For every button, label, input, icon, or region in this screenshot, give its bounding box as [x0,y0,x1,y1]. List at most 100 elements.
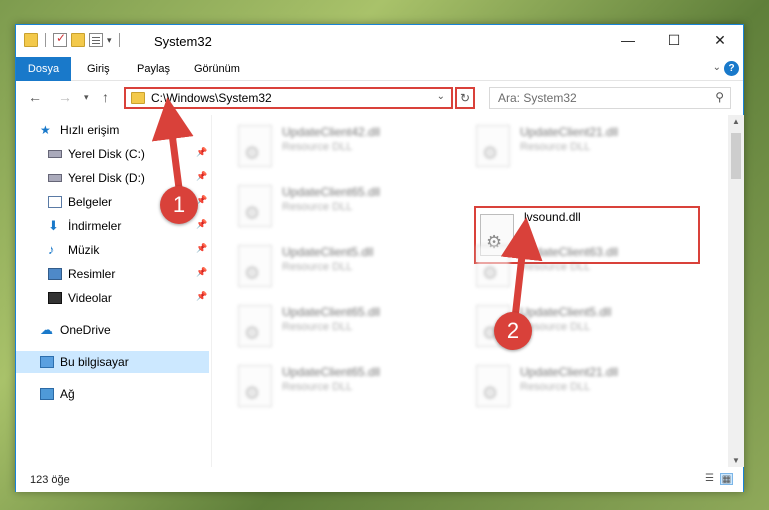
file-type: Resource DLL [282,381,353,393]
computer-icon [40,356,54,368]
file-type: Resource DLL [520,141,591,153]
sidebar-item-onedrive[interactable]: ☁ OneDrive [16,319,209,341]
pin-icon[interactable]: 📌 [196,147,207,158]
scroll-up-icon[interactable]: ▲ [732,117,740,126]
file-type: Resource DLL [520,381,591,393]
pin-icon[interactable]: 📌 [196,243,207,254]
new-folder-icon[interactable] [71,33,85,47]
sidebar-item-local-disk-c[interactable]: Yerel Disk (C:) 📌 [16,143,209,165]
view-switcher: ☰ ▦ [703,473,733,485]
file-name: UpdateClient21.dll [520,125,619,139]
navigation-bar: ← → ▾ ↑ C:\Windows\System32 ⌄ ↻ Ara: Sys… [16,82,743,114]
gear-icon: ⚙ [482,263,499,283]
file-name: lvsound.dll [524,210,581,224]
help-icon[interactable]: ? [724,61,739,76]
search-icon[interactable]: ⚲ [715,90,724,104]
file-tile[interactable]: ⚙ UpdateClient65.dll Resource DLL [216,297,436,347]
maximize-button[interactable]: ☐ [651,25,697,55]
tab-file[interactable]: Dosya [16,57,71,81]
address-bar[interactable]: C:\Windows\System32 ⌄ [124,87,453,109]
sidebar-item-label: Resimler [68,267,116,281]
file-tile[interactable]: ⚙ UpdateClient65.dll Resource DLL [216,177,436,227]
sidebar-item-this-pc[interactable]: Bu bilgisayar [16,351,209,373]
tab-home[interactable]: Giriş [87,57,110,81]
file-tile[interactable]: ⚙ UpdateClient21.dll Resource DLL [454,357,674,407]
large-icons-view-icon[interactable]: ▦ [720,473,733,485]
dll-file-icon: ⚙ [238,125,272,167]
dll-file-icon: ⚙ [476,125,510,167]
properties-icon[interactable] [89,33,103,47]
download-icon: ⬇ [48,218,59,233]
documents-icon [48,196,62,208]
up-arrow-icon[interactable]: ↑ [102,89,109,105]
pin-icon[interactable]: 📌 [196,267,207,278]
sidebar-item-music[interactable]: ♪ Müzik 📌 [16,239,209,261]
chevron-down-icon[interactable]: ⌄ [713,62,721,73]
address-path: C:\Windows\System32 [151,91,272,105]
file-tile[interactable]: ⚙ UpdateClient5.dll Resource DLL [216,237,436,287]
gear-icon: ⚙ [244,203,261,223]
file-type: Resource DLL [282,261,353,273]
vertical-scrollbar[interactable]: ▲ ▼ [728,115,744,467]
window-controls: — ☐ ✕ [605,25,743,55]
dll-file-icon: ⚙ [238,365,272,407]
recent-locations-icon[interactable]: ▾ [84,92,89,103]
checkmark-icon[interactable] [53,31,67,47]
status-bar: 123 öğe ☰ ▦ [16,468,743,492]
sidebar-item-quick-access[interactable]: ★ Hızlı erişim [40,119,209,141]
file-type: Resource DLL [282,201,353,213]
music-icon: ♪ [48,242,55,257]
sidebar-item-videos[interactable]: Videolar 📌 [16,287,209,309]
scroll-down-icon[interactable]: ▼ [732,456,740,465]
star-icon: ★ [40,123,51,137]
pin-icon[interactable]: 📌 [196,171,207,182]
toolbar-divider [45,33,46,47]
minimize-button[interactable]: — [605,25,651,55]
dll-file-icon: ⚙ [476,245,510,287]
file-name: UpdateClient65.dll [282,305,381,319]
pin-icon[interactable]: 📌 [196,291,207,302]
sidebar-item-label: Müzik [68,243,100,257]
file-type: Resource DLL [282,141,353,153]
tab-view[interactable]: Görünüm [194,57,240,81]
file-tile[interactable]: ⚙ UpdateClient65.dll Resource DLL [216,357,436,407]
sidebar-item-network[interactable]: Ağ [16,383,209,405]
refresh-button[interactable]: ↻ [455,87,475,109]
file-tile[interactable]: ⚙ UpdateClient21.dll Resource DLL [454,117,674,167]
sidebar-item-label: Yerel Disk (D:) [68,171,145,185]
file-tile[interactable]: ⚙ UpdateClient42.dll Resource DLL [216,117,436,167]
navigation-pane: ★ Hızlı erişim Yerel Disk (C:) 📌 Yerel D… [16,115,211,467]
cloud-icon: ☁ [40,322,53,337]
pin-icon[interactable]: 📌 [196,219,207,230]
gear-icon: ⚙ [482,143,499,163]
ribbon-tabs: Dosya Giriş Paylaş Görünüm ⌄ ? [16,57,743,81]
file-tile[interactable]: ⚙ UpdateClient5.dll Resource DLL [454,297,674,347]
customize-toolbar-icon[interactable]: ▾ [107,35,112,46]
gear-icon: ⚙ [482,383,499,403]
network-icon [40,388,54,400]
sidebar-item-label: Hızlı erişim [60,123,120,137]
tab-share[interactable]: Paylaş [137,57,170,81]
close-button[interactable]: ✕ [697,25,743,55]
forward-arrow-icon[interactable]: → [58,89,72,105]
dll-file-icon: ⚙ [238,305,272,347]
file-tile[interactable]: ⚙ UpdateClient63.dll Resource DLL [454,237,674,287]
sidebar-item-label: OneDrive [60,323,111,337]
file-name: UpdateClient65.dll [282,365,381,379]
title-bar: ▾ System32 — ☐ ✕ [16,25,743,57]
scrollbar-thumb[interactable] [731,133,741,179]
details-view-icon[interactable]: ☰ [703,473,716,485]
chevron-down-icon[interactable]: ⌄ [437,91,445,102]
gear-icon: ⚙ [244,323,261,343]
sidebar-item-pictures[interactable]: Resimler 📌 [16,263,209,285]
back-arrow-icon[interactable]: ← [28,89,42,105]
search-input[interactable]: Ara: System32 ⚲ [489,87,731,109]
file-name: UpdateClient42.dll [282,125,381,139]
file-name: UpdateClient63.dll [520,245,619,259]
dll-file-icon: ⚙ [238,245,272,287]
file-name: UpdateClient65.dll [282,185,381,199]
file-name: UpdateClient5.dll [282,245,374,259]
sidebar-item-label: Ağ [60,387,75,401]
drive-icon [48,174,62,182]
dll-file-icon: ⚙ [238,185,272,227]
